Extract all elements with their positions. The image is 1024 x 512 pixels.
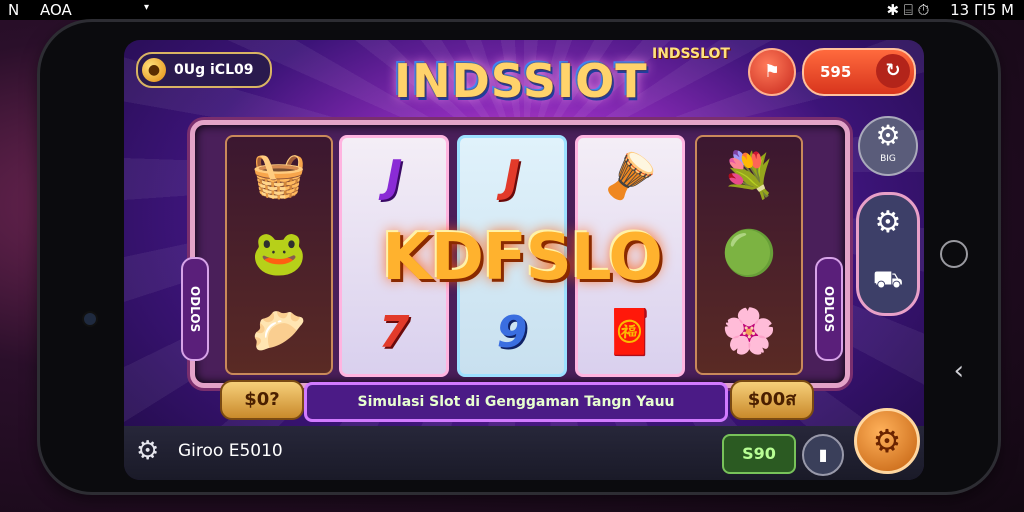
reel-5: 💐 🟢 🌸	[695, 135, 803, 375]
reel2-top-symbol: J	[385, 151, 403, 202]
back-icon[interactable]: ‹	[954, 356, 964, 386]
camera-icon	[84, 313, 96, 325]
gear-icon[interactable]: ⚙	[859, 205, 917, 240]
bet-button[interactable]: S90	[722, 434, 796, 474]
reel-1: 🧺 🐸 🥟	[225, 135, 333, 375]
reel3-top-symbol: J	[503, 151, 521, 202]
footer-gear-icon[interactable]: ⚙	[136, 436, 159, 466]
game-screen: ● 0Ug iCL09 INDSSIOT INDSSLOT ⚑ 595 ↻ 🧺 …	[124, 40, 924, 480]
red-envelope-symbol: 🧧	[602, 307, 658, 358]
settings-gear-icon: ⚙	[875, 119, 901, 152]
status-left: N AOA	[8, 0, 72, 20]
balance-value: 595	[820, 63, 852, 81]
carrier-label: AOA	[40, 1, 72, 19]
frog-symbol: 🐸	[251, 228, 307, 279]
game-title: INDSSIOT	[394, 54, 648, 108]
right-side-tag: ODLOS	[815, 257, 843, 361]
center-logo: KDFSLO	[382, 221, 662, 295]
settings-button[interactable]: ⚙ BIG	[858, 116, 918, 176]
status-right: ✱ ⌸ ⏱ 13 ΓΙ5 M	[887, 0, 1014, 20]
reel2-bottom-symbol: 7	[378, 307, 410, 358]
gold-ingot-symbol: 🥟	[251, 306, 307, 357]
coin-counter[interactable]: ● 0Ug iCL09	[136, 52, 272, 88]
info-button[interactable]: ▮	[802, 434, 844, 476]
side-control-panel: ⚙ ⛟	[856, 192, 920, 316]
status-bar: N AOA ▾ ✱ ⌸ ⏱ 13 ΓΙ5 M	[0, 0, 1024, 20]
fruit-basket-symbol: 🧺	[251, 150, 307, 201]
footer-bar: ⚙ Giroo E5010 S90 ▮ ⚙	[124, 408, 924, 480]
home-icon[interactable]	[940, 240, 968, 268]
coin-label: 0Ug iCL09	[174, 62, 254, 78]
status-n: N	[8, 1, 20, 19]
refresh-icon[interactable]: ↻	[876, 54, 910, 88]
controller-icon[interactable]: ⛟	[859, 265, 917, 296]
coin-icon: ●	[142, 58, 166, 82]
player-name: Giroo E5010	[178, 441, 283, 461]
jade-coin-symbol: 🟢	[721, 228, 777, 279]
share-icon[interactable]: ⚑	[748, 48, 796, 96]
spin-icon[interactable]: ⚙	[854, 408, 920, 474]
left-win-box: $0?	[220, 380, 304, 420]
info-banner: Simulasi Slot di Genggaman Tangn Yauu	[304, 382, 728, 422]
status-time: 13 ΓΙ5 M	[950, 1, 1014, 19]
settings-label: BIG	[880, 154, 896, 164]
drum-symbol: 🪘	[602, 151, 658, 202]
balance-pill[interactable]: 595 ↻	[802, 48, 916, 96]
left-side-tag: ODLOS	[181, 257, 209, 361]
right-win-box: $00ส	[730, 380, 814, 420]
reel3-bottom-symbol: 9	[496, 307, 528, 358]
status-icons: ✱ ⌸ ⏱	[886, 1, 930, 19]
flower-bowl-symbol: 🌸	[721, 306, 777, 357]
brand-tag: INDSSLOT	[652, 46, 730, 62]
signal-caret-icon: ▾	[144, 2, 150, 13]
flower-basket-symbol: 💐	[721, 150, 777, 201]
